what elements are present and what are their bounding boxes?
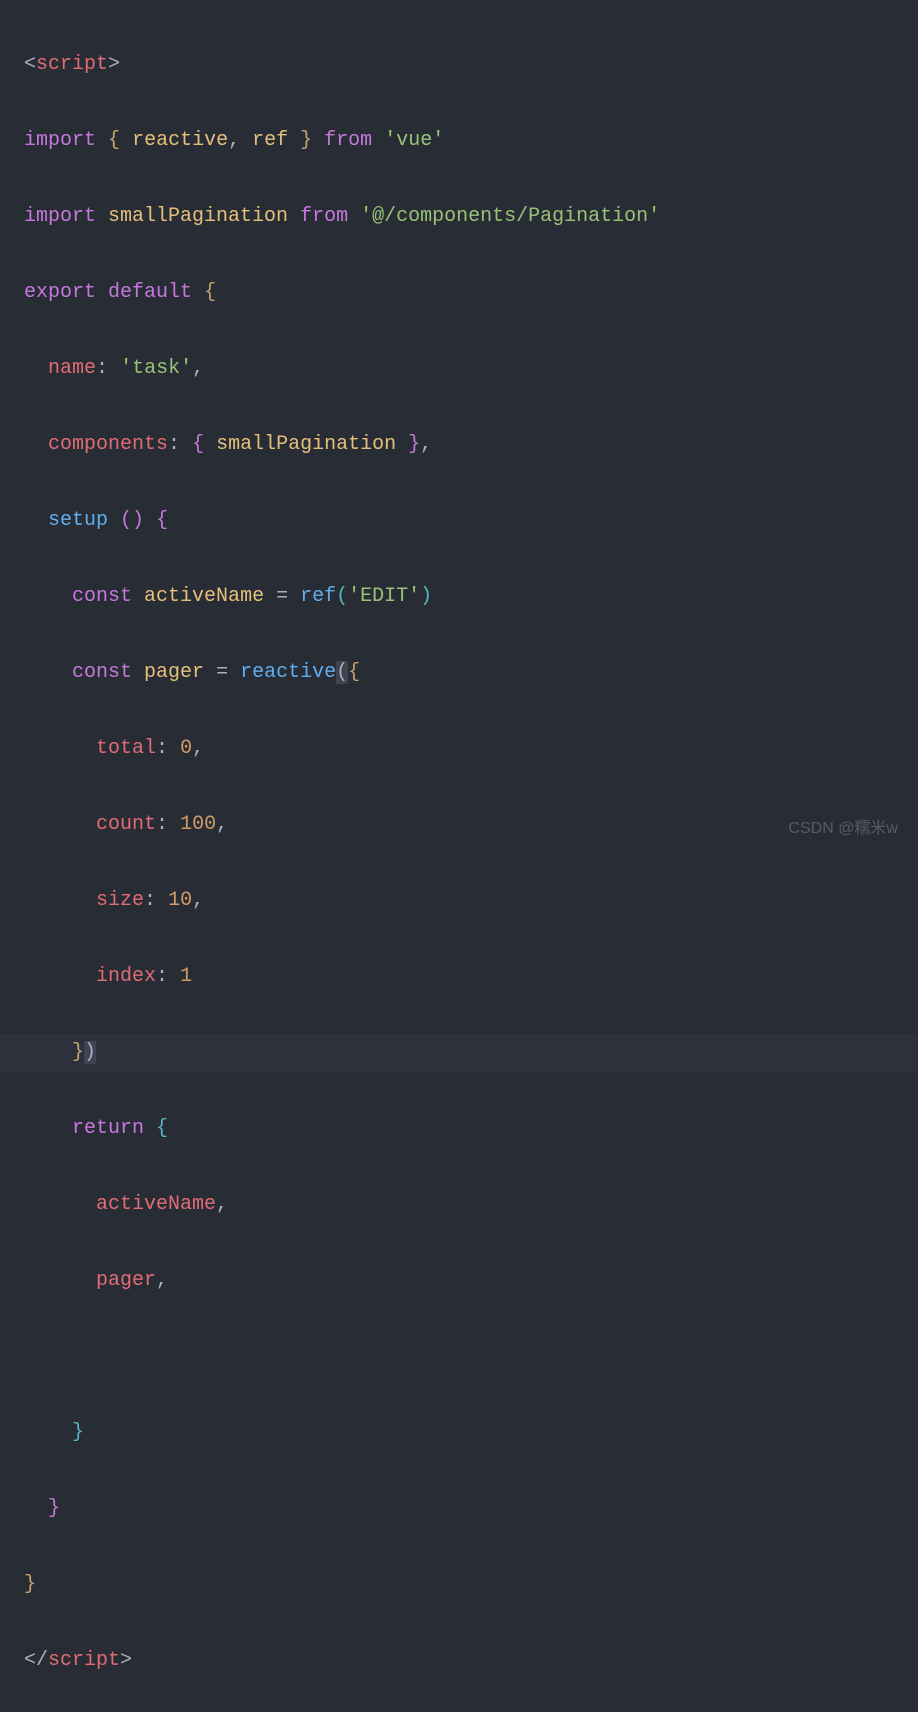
comma: , [420,433,432,456]
tag-bracket: < [24,53,36,76]
string-literal: 'EDIT' [348,585,420,608]
number-literal: 10 [168,889,192,912]
identifier: smallPagination [216,433,396,456]
number-literal: 0 [180,737,192,760]
code-line: } [24,1566,918,1604]
code-line: <script> [24,46,918,84]
code-line: </script> [24,1642,918,1680]
colon: : [156,813,168,836]
comma: , [216,1193,228,1216]
export-keyword: export [24,281,96,304]
code-line: components: { smallPagination }, [24,426,918,464]
brace: { [156,1117,168,1140]
code-line: activeName, [24,1186,918,1224]
from-keyword: from [300,205,348,228]
const-keyword: const [72,585,132,608]
comma: , [228,129,240,152]
string-literal: 'vue' [384,129,444,152]
brace: { [348,661,360,684]
from-keyword: from [324,129,372,152]
property: total [96,737,156,760]
code-line: name: 'task', [24,350,918,388]
brace: } [24,1573,36,1596]
code-line: import { reactive, ref } from 'vue' [24,122,918,160]
comma: , [192,737,204,760]
brace: { [192,433,204,456]
equals: = [216,661,228,684]
code-line: size: 10, [24,882,918,920]
brace: { [204,281,216,304]
colon: : [168,433,180,456]
number-literal: 1 [180,965,192,988]
code-line: total: 0, [24,730,918,768]
comma: , [216,813,228,836]
code-line: } [24,1414,918,1452]
string-literal: 'task' [120,357,192,380]
colon: : [144,889,156,912]
code-line: const pager = reactive({ [24,654,918,692]
brace: } [72,1041,84,1064]
code-line: } [24,1490,918,1528]
code-line: setup () { [24,502,918,540]
property: components [48,433,168,456]
code-line: index: 1 [24,958,918,996]
function-call: reactive [240,661,336,684]
number-literal: 100 [180,813,216,836]
script-tag: script [36,53,108,76]
property: size [96,889,144,912]
parens: () [120,509,144,532]
comma: , [156,1269,168,1292]
variable: pager [144,661,204,684]
return-keyword: return [72,1117,144,1140]
brace: } [72,1421,84,1444]
colon: : [96,357,108,380]
code-line: import smallPagination from '@/component… [24,198,918,236]
property: index [96,965,156,988]
tag-bracket: > [108,53,120,76]
paren: ) [420,585,432,608]
identifier: smallPagination [108,205,288,228]
identifier: reactive [132,129,228,152]
import-keyword: import [24,205,96,228]
brace: } [48,1497,60,1520]
colon: : [156,965,168,988]
code-line: export default { [24,274,918,312]
tag-bracket: </ [24,1649,48,1672]
equals: = [276,585,288,608]
identifier: ref [252,129,288,152]
script-tag: script [48,1649,120,1672]
default-keyword: default [108,281,192,304]
paren: ( [336,585,348,608]
import-keyword: import [24,129,96,152]
brace: } [300,129,312,152]
code-line-active: }) [0,1034,918,1072]
property: count [96,813,156,836]
paren-highlighted: ( [336,661,348,684]
function-call: ref [300,585,336,608]
code-line: count: 100, [24,806,918,844]
const-keyword: const [72,661,132,684]
tag-bracket: > [120,1649,132,1672]
code-line: return { [24,1110,918,1148]
property: name [48,357,96,380]
comma: , [192,357,204,380]
comma: , [192,889,204,912]
colon: : [156,737,168,760]
paren-highlighted: ) [84,1041,96,1064]
brace: { [108,129,120,152]
code-line: pager, [24,1262,918,1300]
method-name: setup [48,509,108,532]
watermark: CSDN @糯米w [788,814,898,844]
code-line [24,1338,918,1376]
variable: activeName [144,585,264,608]
string-literal: '@/components/Pagination' [360,205,660,228]
code-line: const activeName = ref('EDIT') [24,578,918,616]
property: pager [96,1269,156,1292]
brace: } [408,433,420,456]
property: activeName [96,1193,216,1216]
code-editor[interactable]: <script> import { reactive, ref } from '… [0,8,918,1712]
brace: { [156,509,168,532]
